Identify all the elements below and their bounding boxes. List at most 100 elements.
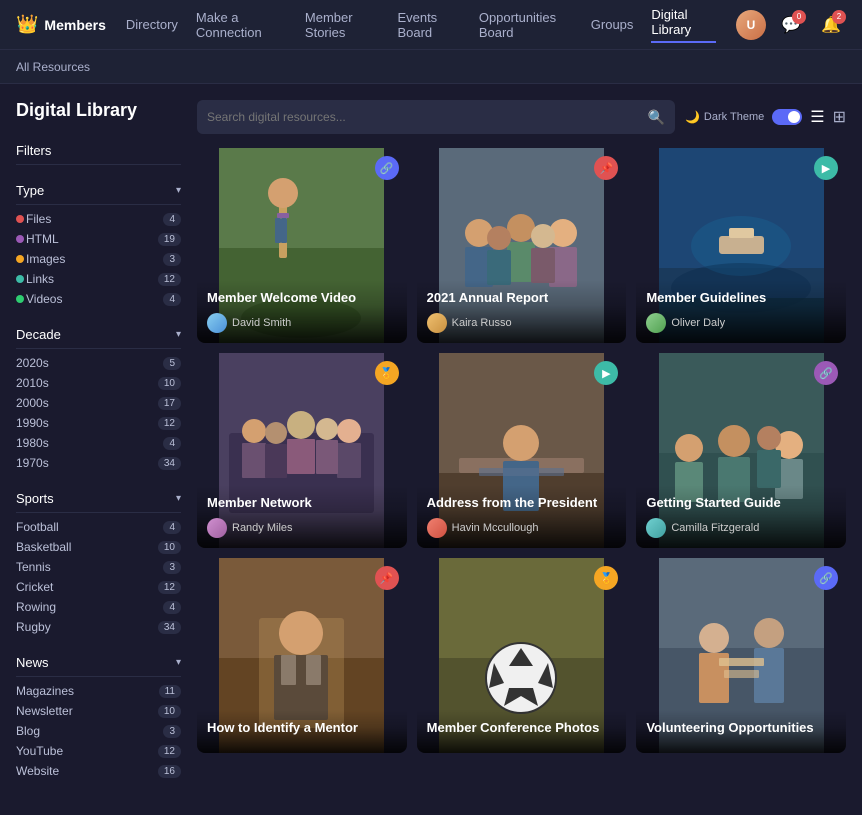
filter-item-1970s[interactable]: 1970s 34 xyxy=(16,453,181,473)
nav-link-member-stories[interactable]: Member Stories xyxy=(305,10,380,40)
filter-count: 12 xyxy=(158,417,181,430)
filter-count: 3 xyxy=(163,725,181,738)
filter-item-2020s[interactable]: 2020s5 xyxy=(16,353,181,373)
filter-item-magazines[interactable]: Magazines11 xyxy=(16,681,181,701)
filter-count: 4 xyxy=(163,213,181,226)
filter-item-images[interactable]: Images3 xyxy=(16,249,181,269)
filter-item-links[interactable]: Links12 xyxy=(16,269,181,289)
filter-header-type[interactable]: Type▾ xyxy=(16,177,181,205)
author-avatar xyxy=(646,518,666,538)
filter-item-videos[interactable]: Videos4 xyxy=(16,289,181,309)
brand-logo[interactable]: 👑 Members xyxy=(16,14,106,35)
filter-item-label: Magazines xyxy=(16,684,74,698)
dot-icon xyxy=(16,275,24,283)
author-name: Havin Mccullough xyxy=(452,522,539,534)
search-icon[interactable]: 🔍 xyxy=(648,109,665,126)
filter-item-label: Website xyxy=(16,764,59,778)
card-title: Member Network xyxy=(207,495,397,512)
card-item[interactable]: 2021 Annual Report Kaira Russo 📌 xyxy=(417,148,627,343)
filter-item-blog[interactable]: Blog 3 xyxy=(16,721,181,741)
card-author: David Smith xyxy=(207,313,397,333)
filter-item-newsletter[interactable]: Newsletter10 xyxy=(16,701,181,721)
nav-link-groups[interactable]: Groups xyxy=(591,17,634,32)
filter-header-decade[interactable]: Decade▾ xyxy=(16,321,181,349)
crown-icon: 👑 xyxy=(16,14,38,35)
filter-count: 17 xyxy=(158,397,181,410)
filter-item-tennis[interactable]: Tennis3 xyxy=(16,557,181,577)
filter-item-cricket[interactable]: Cricket12 xyxy=(16,577,181,597)
card-title: Getting Started Guide xyxy=(646,495,836,512)
filter-item-rugby[interactable]: Rugby 34 xyxy=(16,617,181,637)
card-item[interactable]: Member Conference Photos 🏅 xyxy=(417,558,627,753)
filter-item-website[interactable]: Website16 xyxy=(16,761,181,781)
author-name: Oliver Daly xyxy=(671,317,725,329)
filter-sections: Type▾ Files4HTML19Images3Links12Videos4 De… xyxy=(16,177,181,781)
author-avatar xyxy=(207,313,227,333)
card-item[interactable]: Volunteering Opportunities 🔗 xyxy=(636,558,846,753)
list-view-icon[interactable]: ☰ xyxy=(810,107,824,127)
search-input[interactable] xyxy=(207,110,648,124)
filter-item-1990s[interactable]: 1990s12 xyxy=(16,413,181,433)
navbar-right: U 💬 0 🔔 2 xyxy=(736,10,846,40)
all-resources-link[interactable]: All Resources xyxy=(16,60,90,74)
card-title: Address from the President xyxy=(427,495,617,512)
author-name: David Smith xyxy=(232,317,291,329)
author-name: Camilla Fitzgerald xyxy=(671,522,759,534)
nav-link-digital-library[interactable]: Digital Library xyxy=(651,7,716,43)
card-title: Member Guidelines xyxy=(646,290,836,307)
filter-section-label: Sports xyxy=(16,491,54,506)
dark-theme-toggle[interactable] xyxy=(772,109,802,125)
filter-item-rowing[interactable]: Rowing4 xyxy=(16,597,181,617)
card-overlay: Member Guidelines Oliver Daly xyxy=(636,280,846,343)
card-overlay: Address from the President Havin Mccullo… xyxy=(417,485,627,548)
filter-item-label: Rugby xyxy=(16,620,51,634)
chat-button[interactable]: 💬 0 xyxy=(776,10,806,40)
card-item[interactable]: Member Welcome Video David Smith 🔗 xyxy=(197,148,407,343)
filter-item-2000s[interactable]: 2000s17 xyxy=(16,393,181,413)
card-item[interactable]: Address from the President Havin Mccullo… xyxy=(417,353,627,548)
main-container: Digital Library Filters Type▾Files4HTML1… xyxy=(0,84,862,809)
filter-header-sports[interactable]: Sports▾ xyxy=(16,485,181,513)
view-controls: 🌙 Dark Theme ☰ ⊞ xyxy=(685,107,846,127)
card-badge: 🔗 xyxy=(375,156,399,180)
card-overlay: Member Welcome Video David Smith xyxy=(197,280,407,343)
nav-link-opportunities-board[interactable]: Opportunities Board xyxy=(479,10,573,40)
card-badge: 🔗 xyxy=(814,566,838,590)
filter-item-2010s[interactable]: 2010s10 xyxy=(16,373,181,393)
filter-item-basketball[interactable]: Basketball10 xyxy=(16,537,181,557)
chevron-icon: ▾ xyxy=(176,185,181,196)
filter-item-label: Basketball xyxy=(16,540,71,554)
nav-link-events-board[interactable]: Events Board xyxy=(397,10,460,40)
nav-links: Directory Make a Connection Member Stories… xyxy=(126,7,716,43)
filter-count: 10 xyxy=(158,377,181,390)
filter-item-label: HTML xyxy=(16,232,59,246)
filter-item-html[interactable]: HTML19 xyxy=(16,229,181,249)
card-overlay: Member Network Randy Miles xyxy=(197,485,407,548)
grid-view-icon[interactable]: ⊞ xyxy=(833,107,846,127)
card-item[interactable]: Member Network Randy Miles 🏅 xyxy=(197,353,407,548)
filter-count: 34 xyxy=(158,621,181,634)
nav-link-make-a-connection[interactable]: Make a Connection xyxy=(196,10,287,40)
card-item[interactable]: How to Identify a Mentor 📌 xyxy=(197,558,407,753)
filter-count: 34 xyxy=(158,457,181,470)
filter-item-1980s[interactable]: 1980s4 xyxy=(16,433,181,453)
filter-item-football[interactable]: Football4 xyxy=(16,517,181,537)
filter-item-files[interactable]: Files4 xyxy=(16,209,181,229)
filter-section-decade: Decade▾ 2020s52010s102000s171990s121980s4… xyxy=(16,321,181,473)
card-title: Member Conference Photos xyxy=(427,720,617,737)
nav-link-directory[interactable]: Directory xyxy=(126,17,178,32)
card-author: Camilla Fitzgerald xyxy=(646,518,836,538)
filter-section-type: Type▾ Files4HTML19Images3Links12Videos4 xyxy=(16,177,181,309)
card-item[interactable]: Member Guidelines Oliver Daly ▶ xyxy=(636,148,846,343)
filter-header-news[interactable]: News▾ xyxy=(16,649,181,677)
avatar[interactable]: U xyxy=(736,10,766,40)
filter-item-label: 1970s xyxy=(16,456,49,470)
filter-item-youtube[interactable]: YouTube12 xyxy=(16,741,181,761)
filter-item-label: Blog xyxy=(16,724,40,738)
notifications-button[interactable]: 🔔 2 xyxy=(816,10,846,40)
navbar: 👑 Members Directory Make a Connection Memb… xyxy=(0,0,862,50)
card-badge: 🔗 xyxy=(814,361,838,385)
filters-label: Filters xyxy=(16,143,51,158)
card-item[interactable]: Getting Started Guide Camilla Fitzgerald… xyxy=(636,353,846,548)
card-author: Havin Mccullough xyxy=(427,518,617,538)
